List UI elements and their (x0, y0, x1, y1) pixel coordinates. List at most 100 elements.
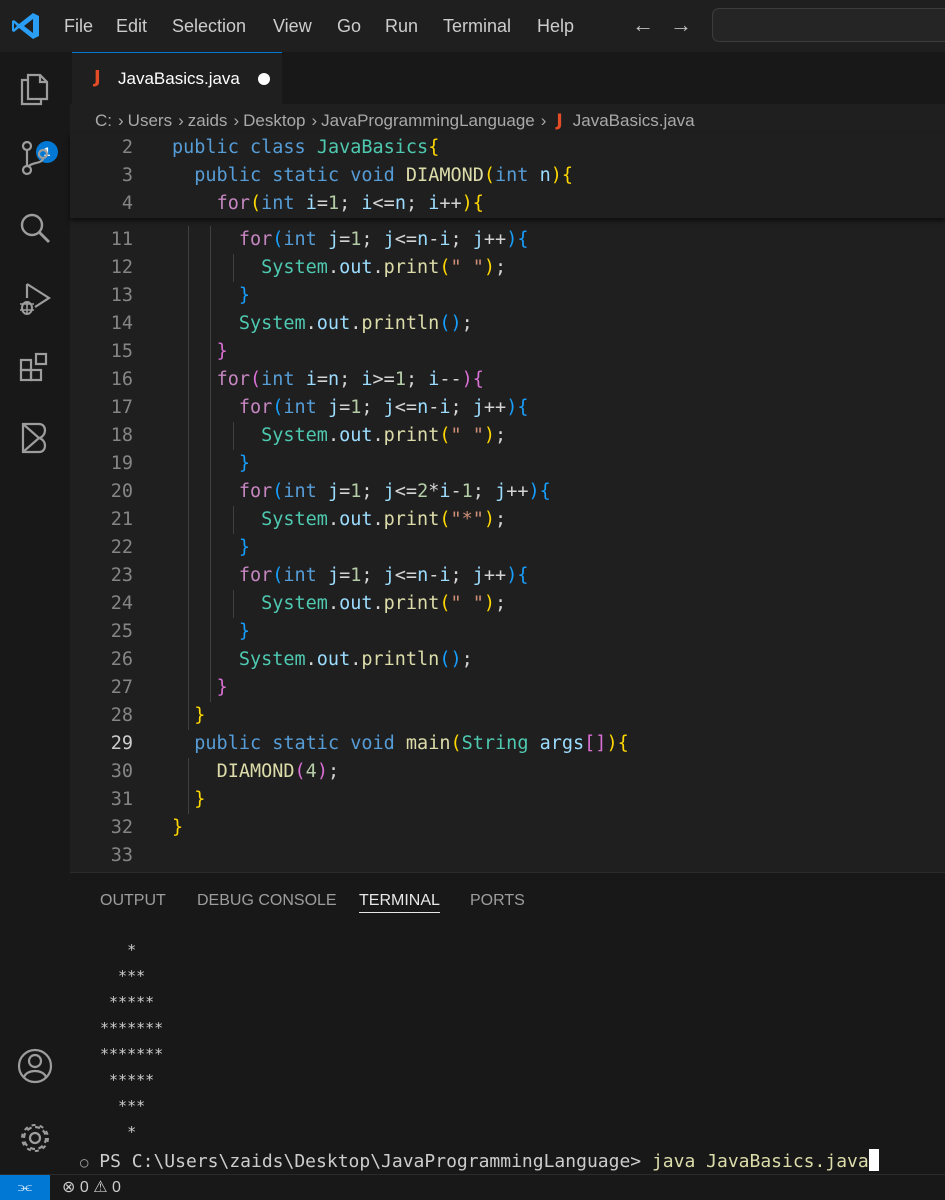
java-file-icon: J (94, 67, 101, 88)
code-line[interactable]: 16 for(int i=n; i>=1; i--){ (70, 366, 945, 394)
error-icon: ⊗ (62, 1179, 76, 1196)
code-text: System.out.print(" "); (261, 425, 507, 446)
terminal-command: java JavaBasics.java (651, 1151, 869, 1172)
code-line[interactable]: 30 DIAMOND(4); (70, 758, 945, 786)
unsaved-dot-icon[interactable] (258, 73, 270, 85)
remote-explorer-icon[interactable] (15, 418, 55, 458)
code-line[interactable]: 33 (70, 842, 945, 870)
breadcrumb-item[interactable]: C: (95, 111, 112, 130)
breadcrumb-item[interactable]: Desktop (243, 111, 305, 130)
settings-gear-icon[interactable] (15, 1118, 55, 1158)
code-line[interactable]: 19 } (70, 450, 945, 478)
tab-output[interactable]: OUTPUT (100, 889, 166, 913)
vscode-logo-icon[interactable] (10, 10, 42, 42)
code-text: for(int j=1; j<=n-i; j++){ (238, 397, 529, 418)
line-number: 33 (110, 845, 133, 866)
menu-help[interactable]: Help (537, 14, 574, 38)
run-debug-icon[interactable] (15, 278, 55, 318)
menu-run[interactable]: Run (385, 14, 418, 38)
title-bar: File Edit Selection View Go Run Terminal… (0, 0, 945, 52)
nav-back-arrow-icon[interactable]: ← (632, 12, 654, 38)
terminal-prompt-line[interactable]: ○ PS C:\Users\zaids\Desktop\JavaProgramm… (80, 1149, 879, 1175)
code-line[interactable]: 15 } (70, 338, 945, 366)
remote-connection-icon[interactable]: ⫘ (0, 1175, 50, 1200)
code-line[interactable]: 17 for(int j=1; j<=n-i; j++){ (70, 394, 945, 422)
code-text: } (172, 817, 184, 838)
code-line[interactable]: 4 for(int i=1; i<=n; i++){ (70, 190, 945, 218)
line-number: 15 (110, 341, 133, 362)
nav-forward-arrow-icon[interactable]: → (670, 12, 692, 38)
menu-selection[interactable]: Selection (172, 14, 246, 38)
code-text: for(int j=1; j<=n-i; j++){ (238, 565, 529, 586)
line-number: 24 (110, 593, 133, 614)
indent-guide (232, 254, 234, 282)
error-count: 0 (79, 1179, 89, 1196)
menu-terminal[interactable]: Terminal (443, 14, 511, 38)
java-file-icon: J (556, 111, 563, 131)
code-line[interactable]: 25 } (70, 618, 945, 646)
code-text: System.out.println(); (238, 313, 473, 334)
code-line[interactable]: 11 for(int j=1; j<=n-i; j++){ (70, 226, 945, 254)
code-line[interactable]: 2 public class JavaBasics{ (70, 134, 945, 162)
line-number: 25 (110, 621, 133, 642)
breadcrumb-item[interactable]: JavaProgrammingLanguage (321, 111, 535, 130)
code-line[interactable]: 27 } (70, 674, 945, 702)
code-line[interactable]: 31 } (70, 786, 945, 814)
code-line[interactable]: 22 } (70, 534, 945, 562)
code-line[interactable]: 28 } (70, 702, 945, 730)
code-line[interactable]: 20 for(int j=1; j<=2*i-1; j++){ (70, 478, 945, 506)
tab-terminal[interactable]: TERMINAL (359, 889, 440, 913)
line-number: 13 (110, 285, 133, 306)
warning-icon: ⚠ (93, 1179, 108, 1196)
code-editor[interactable]: 11 for(int j=1; j<=n-i; j++){12 System.o… (70, 134, 945, 872)
explorer-icon[interactable] (15, 68, 55, 108)
menu-file[interactable]: File (64, 14, 93, 38)
code-line[interactable]: 24 System.out.print(" "); (70, 590, 945, 618)
line-number: 18 (110, 425, 133, 446)
problems-status[interactable]: ⊗ 0 ⚠ 0 (62, 1178, 121, 1198)
line-number: 19 (110, 453, 133, 474)
code-line[interactable]: 3 public static void DIAMOND(int n){ (70, 162, 945, 190)
menu-go[interactable]: Go (337, 14, 361, 38)
search-icon[interactable] (15, 208, 55, 248)
code-line[interactable]: 26 System.out.println(); (70, 646, 945, 674)
code-line[interactable]: 29 public static void main(String args[]… (70, 730, 945, 758)
code-text: for(int i=1; i<=n; i++){ (216, 193, 484, 214)
extensions-icon[interactable] (15, 348, 55, 388)
line-number: 17 (110, 397, 133, 418)
terminal-cursor (868, 1149, 879, 1171)
code-text: public static void DIAMOND(int n){ (194, 165, 574, 186)
code-line[interactable]: 32} (70, 814, 945, 842)
line-number: 23 (110, 565, 133, 586)
code-text: for(int i=n; i>=1; i--){ (216, 369, 484, 390)
indent-guide (232, 590, 234, 618)
indent-guide (232, 422, 234, 450)
breadcrumb-item[interactable]: Users (128, 111, 172, 130)
code-text: } (216, 341, 228, 362)
line-number: 2 (121, 137, 133, 158)
code-text: public static void main(String args[]){ (194, 733, 629, 754)
code-line[interactable]: 21 System.out.print("*"); (70, 506, 945, 534)
menu-view[interactable]: View (273, 14, 312, 38)
source-control-icon[interactable] (15, 138, 55, 178)
command-center-search[interactable] (712, 8, 945, 42)
code-line[interactable]: 18 System.out.print(" "); (70, 422, 945, 450)
code-line[interactable]: 23 for(int j=1; j<=n-i; j++){ (70, 562, 945, 590)
tab-ports[interactable]: PORTS (470, 889, 525, 913)
tab-javabasics[interactable]: J JavaBasics.java (72, 52, 282, 104)
code-line[interactable]: 13 } (70, 282, 945, 310)
code-line[interactable]: 14 System.out.println(); (70, 310, 945, 338)
account-icon[interactable] (15, 1046, 55, 1086)
breadcrumb-item[interactable]: zaids (188, 111, 228, 130)
warning-count: 0 (112, 1179, 121, 1196)
menu-edit[interactable]: Edit (116, 14, 147, 38)
code-line[interactable]: 12 System.out.print(" "); (70, 254, 945, 282)
breadcrumb-item[interactable]: JavaBasics.java (573, 111, 695, 130)
terminal-output[interactable]: * *** ***** ******* ******* ***** *** * (100, 937, 163, 1145)
sticky-scroll-header[interactable]: 2 public class JavaBasics{3 public static… (70, 134, 945, 218)
line-number: 29 (110, 733, 133, 754)
chevron-right-icon: › (540, 111, 547, 130)
indent-guide (210, 394, 212, 674)
tab-debug-console[interactable]: DEBUG CONSOLE (197, 889, 337, 913)
code-text: System.out.println(); (238, 649, 473, 670)
